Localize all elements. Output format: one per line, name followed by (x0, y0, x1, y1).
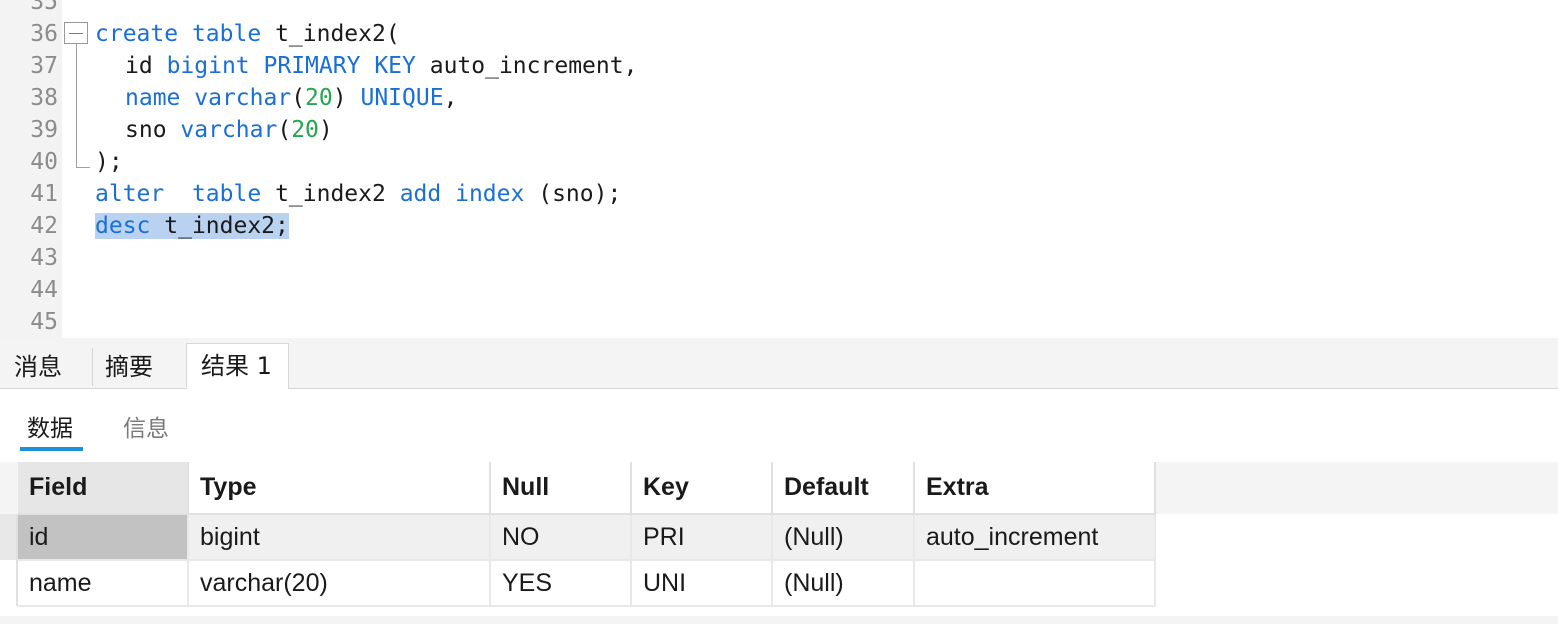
code-line-38: name varchar(20) UNIQUE, (125, 82, 457, 114)
code-token: index (455, 181, 525, 207)
code-token: varchar (194, 85, 292, 111)
table-row[interactable]: name varchar(20) YES UNI (Null) (18, 560, 1156, 607)
code-token: desc (95, 213, 151, 239)
code-token: , (443, 85, 458, 111)
code-line-39: sno varchar(20) (125, 114, 333, 146)
code-line-42: desc t_index2; (95, 210, 289, 242)
table-cell[interactable]: UNI (631, 560, 773, 607)
code-token: KEY (374, 53, 416, 79)
code-token: t_index2( (275, 21, 400, 47)
code-line-41: alter table t_index2 add index (sno); (95, 178, 621, 210)
column-header[interactable]: Null (490, 462, 632, 515)
table-cell[interactable] (914, 560, 1156, 607)
table-cell[interactable]: (Null) (772, 560, 915, 607)
tab-messages[interactable]: 消息 (0, 346, 92, 388)
fold-collapse-icon[interactable] (64, 22, 88, 44)
subtab-label: 数据 (27, 416, 73, 442)
text-selection: desc t_index2; (95, 213, 289, 239)
line-number: 37 (30, 53, 58, 79)
table-cell[interactable]: PRI (631, 514, 773, 561)
sql-editor[interactable]: 35 36 37 38 39 40 41 42 43 44 45 create … (0, 0, 1558, 338)
code-token: ( (291, 85, 306, 111)
table-cell[interactable]: (Null) (772, 514, 915, 561)
table-cell[interactable]: NO (490, 514, 632, 561)
grid-corner (0, 462, 18, 514)
code-token: 20 (291, 117, 319, 143)
code-token: id (125, 53, 153, 79)
line-number: 42 (30, 213, 58, 239)
code-token: UNIQUE (360, 85, 444, 111)
code-token: t_index2; (164, 213, 289, 239)
tab-label: 消息 (14, 353, 62, 381)
subtab-label: 信息 (123, 416, 169, 442)
table-cell[interactable]: YES (490, 560, 632, 607)
code-token: ); (95, 149, 123, 175)
tab-summary[interactable]: 摘要 (92, 346, 186, 388)
code-token: varchar (180, 117, 278, 143)
line-number: 45 (30, 309, 58, 335)
code-token: create (95, 21, 179, 47)
code-token: bigint (166, 53, 250, 79)
fold-guide-line (76, 44, 77, 168)
code-token: table (191, 181, 262, 207)
code-line-36: create table t_index2( (95, 18, 400, 50)
code-token: auto_increment, (429, 53, 638, 79)
code-token: PRIMARY (263, 53, 361, 79)
table-cell[interactable]: id (18, 514, 189, 561)
subtab-info[interactable]: 信息 (123, 413, 169, 445)
result-pane: 消息 摘要 结果 1 数据 信息 Field Type Null Key Def… (0, 338, 1558, 624)
code-token: 20 (305, 85, 333, 111)
table-row[interactable]: id bigint NO PRI (Null) auto_increment (18, 514, 1156, 561)
column-header[interactable]: Field (18, 462, 189, 515)
table-cell[interactable]: auto_increment (914, 514, 1156, 561)
tab-result-1[interactable]: 结果 1 (186, 343, 289, 389)
line-number: 40 (30, 149, 58, 175)
code-token: alter (95, 181, 165, 207)
tab-label: 结果 1 (201, 352, 272, 380)
row-selector[interactable] (0, 560, 18, 606)
code-token: sno (125, 117, 167, 143)
result-content: 数据 信息 Field Type Null Key Default Extra … (0, 389, 1558, 624)
result-grid: Field Type Null Key Default Extra id big… (18, 462, 1156, 607)
column-header[interactable]: Key (631, 462, 773, 515)
table-cell[interactable]: bigint (188, 514, 491, 561)
bottom-status-strip (0, 616, 1558, 624)
code-token: table (191, 21, 262, 47)
subtab-data[interactable]: 数据 (27, 413, 73, 445)
code-token: ) (332, 85, 347, 111)
code-token: (sno); (538, 181, 622, 207)
line-number: 38 (30, 85, 58, 111)
column-header[interactable]: Type (188, 462, 491, 515)
row-selector[interactable] (0, 514, 18, 560)
table-cell[interactable]: name (18, 560, 189, 607)
grid-header-row: Field Type Null Key Default Extra (18, 462, 1156, 515)
line-number: 41 (30, 181, 58, 207)
line-number-gutter: 35 36 37 38 39 40 41 42 43 44 45 (0, 0, 62, 338)
line-number: 43 (30, 245, 58, 271)
table-cell[interactable]: varchar(20) (188, 560, 491, 607)
column-header[interactable]: Extra (914, 462, 1156, 515)
line-number: 36 (30, 21, 58, 47)
line-number: 44 (30, 277, 58, 303)
code-token: ) (318, 117, 333, 143)
fold-guide-end (76, 167, 90, 168)
code-line-37: id bigint PRIMARY KEY auto_increment, (125, 50, 637, 82)
tab-label: 摘要 (105, 353, 153, 381)
active-subtab-indicator (20, 447, 83, 451)
code-token: ( (277, 117, 292, 143)
code-line-40: ); (95, 146, 123, 178)
code-token: name (125, 85, 181, 111)
line-number: 35 (30, 0, 58, 15)
line-number: 39 (30, 117, 58, 143)
column-header[interactable]: Default (772, 462, 915, 515)
code-token: add (399, 181, 442, 207)
code-token: t_index2 (275, 181, 386, 207)
